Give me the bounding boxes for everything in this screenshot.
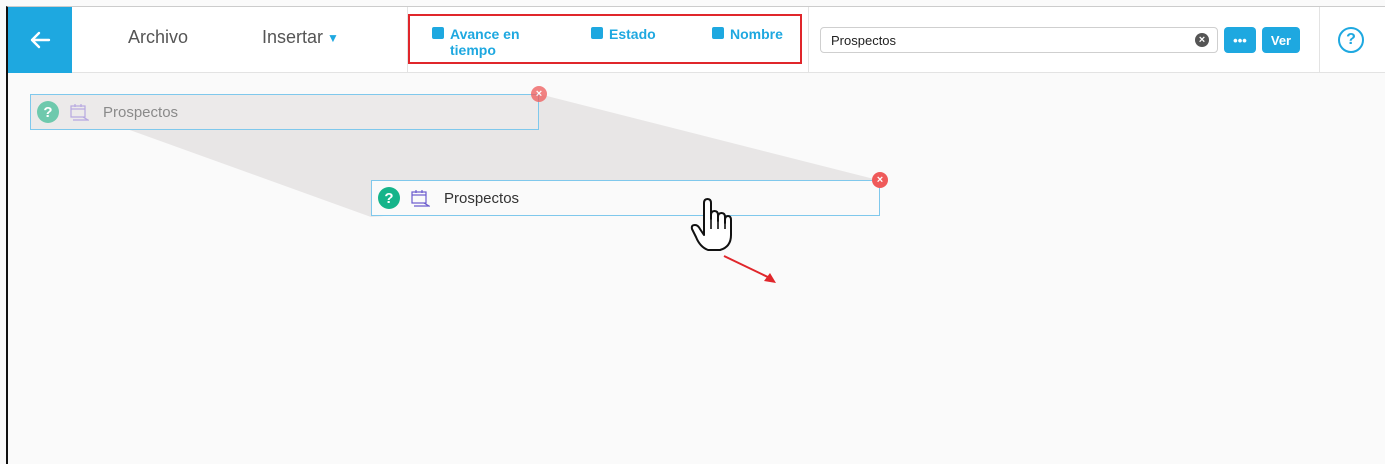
app-window: Archivo Insertar ▼ Avance en tiempo Estad… [6,6,1385,464]
card-label: Prospectos [444,189,520,207]
calendar-icon [411,190,430,207]
card-label: Prospectos [103,103,179,121]
close-icon[interactable]: × [531,86,547,102]
close-icon[interactable]: × [872,172,888,188]
prospectos-card[interactable]: ? Prospectos [371,180,880,216]
drag-direction-arrow-icon [764,273,776,283]
help-circle-icon: ? [378,187,400,209]
ghost-prospectos-card: ? Prospectos [30,94,539,130]
calendar-icon [70,104,89,121]
hand-cursor-icon [690,198,732,251]
help-circle-icon: ? [37,101,59,123]
